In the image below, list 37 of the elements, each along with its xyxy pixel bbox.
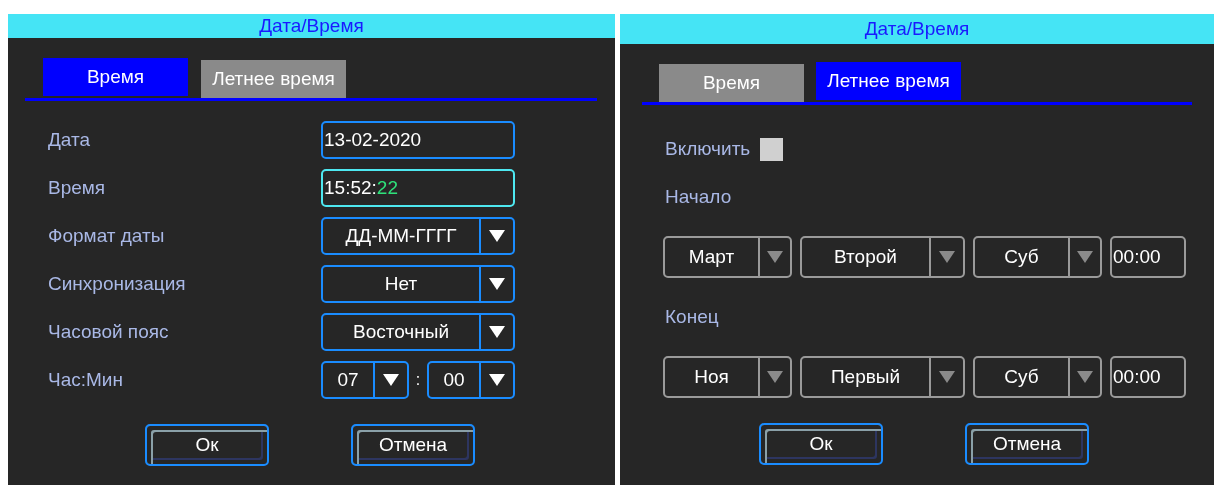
window-title: Дата/Время bbox=[259, 13, 364, 38]
field-label: Синхронизация bbox=[48, 271, 186, 296]
dropdown-arrow-icon bbox=[766, 250, 784, 264]
dropdown-arrow-icon bbox=[766, 370, 784, 384]
dropdown[interactable]: 00 bbox=[427, 361, 515, 399]
dialog-button[interactable]: Ок bbox=[759, 423, 883, 465]
section-label: Конец bbox=[665, 304, 719, 329]
dropdown[interactable]: ДД-ММ-ГГГГ bbox=[321, 217, 515, 255]
dropdown-arrow-icon bbox=[382, 373, 400, 387]
dialog-button[interactable]: Ок bbox=[145, 424, 269, 466]
dropdown-arrow-icon bbox=[488, 325, 506, 339]
text-field[interactable]: 15:52:22 bbox=[321, 169, 515, 207]
dropdown-arrow-icon bbox=[938, 370, 956, 384]
dropdown[interactable]: 07 bbox=[321, 361, 409, 399]
window-title: Дата/Время bbox=[864, 16, 970, 41]
tab[interactable]: Летнее время bbox=[816, 62, 961, 100]
text-field[interactable]: 13-02-2020 bbox=[321, 121, 515, 159]
dropdown-arrow-icon bbox=[938, 250, 956, 264]
field-label: Включить bbox=[665, 136, 751, 161]
dropdown[interactable]: Восточный bbox=[321, 313, 515, 351]
section-label: Начало bbox=[665, 184, 732, 209]
dropdown-arrow-icon bbox=[1076, 250, 1094, 264]
time-separator: : bbox=[415, 370, 421, 390]
dropdown-arrow-icon bbox=[1076, 370, 1094, 384]
field-label: Часовой пояс bbox=[48, 319, 169, 344]
dropdown-arrow-icon bbox=[488, 373, 506, 387]
field-label: Время bbox=[48, 175, 106, 200]
dialog-button[interactable]: Отмена bbox=[965, 423, 1089, 465]
dropdown-arrow-icon bbox=[488, 229, 506, 243]
dialog-button[interactable]: Отмена bbox=[351, 424, 475, 466]
field-label: Формат даты bbox=[48, 223, 165, 248]
dropdown[interactable]: Нет bbox=[321, 265, 515, 303]
dropdown-arrow-icon bbox=[488, 277, 506, 291]
tab[interactable]: Время bbox=[43, 58, 188, 96]
field-label: Дата bbox=[48, 127, 91, 152]
checkbox[interactable] bbox=[760, 137, 784, 161]
field-label: Час:Мин bbox=[48, 367, 123, 392]
